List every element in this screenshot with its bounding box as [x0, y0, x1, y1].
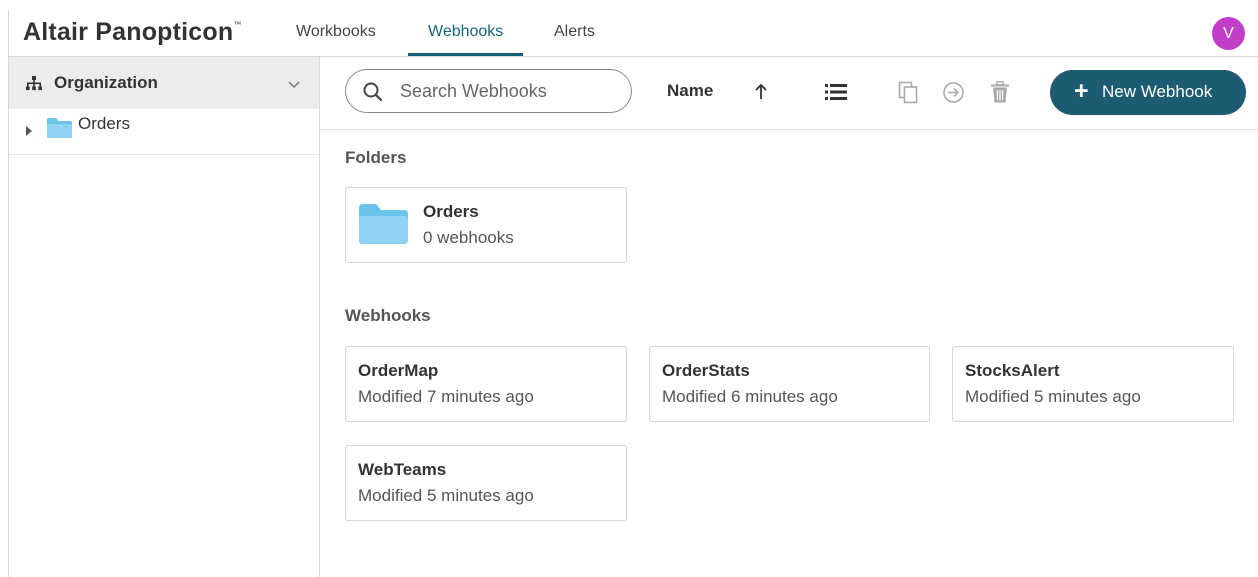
webhook-card-modified: Modified 6 minutes ago: [662, 387, 838, 406]
webhook-card[interactable]: WebTeams Modified 5 minutes ago: [345, 445, 627, 521]
webhook-card[interactable]: OrderMap Modified 7 minutes ago: [345, 346, 627, 422]
top-header: Altair Panopticon™ Workbooks Webhooks Al…: [9, 10, 1258, 57]
list-view-icon[interactable]: [825, 84, 847, 105]
webhook-card-title: OrderMap: [358, 361, 439, 380]
search-input[interactable]: [400, 78, 620, 104]
folders-heading: Folders: [345, 148, 407, 167]
tab-workbooks[interactable]: Workbooks: [276, 10, 396, 56]
new-webhook-button[interactable]: + New Webhook: [1050, 70, 1246, 115]
sort-field-button[interactable]: Name: [667, 81, 713, 101]
user-avatar[interactable]: V: [1212, 17, 1245, 50]
brand-name: Altair Panopticon: [23, 18, 234, 46]
sidebar: Organization Orders: [9, 57, 320, 577]
search-icon: [362, 81, 384, 108]
webhook-card-modified: Modified 7 minutes ago: [358, 387, 534, 406]
trademark-mark: ™: [233, 20, 242, 29]
brand-logo: Altair Panopticon™: [23, 18, 242, 47]
expand-caret-icon[interactable]: [26, 126, 32, 136]
tab-alerts[interactable]: Alerts: [534, 10, 615, 56]
webhook-card-title: OrderStats: [662, 361, 750, 380]
new-webhook-label: New Webhook: [1102, 82, 1213, 101]
webhook-card[interactable]: OrderStats Modified 6 minutes ago: [649, 346, 930, 422]
tab-webhooks[interactable]: Webhooks: [408, 10, 524, 56]
plus-icon: +: [1074, 77, 1089, 105]
chevron-down-icon[interactable]: [287, 76, 301, 94]
tree-item-label: Orders: [78, 114, 130, 133]
copy-icon[interactable]: [898, 81, 918, 109]
move-icon[interactable]: [942, 81, 965, 109]
organization-dropdown[interactable]: Organization: [9, 57, 319, 109]
webhooks-heading: Webhooks: [345, 306, 431, 325]
folder-icon: [358, 203, 409, 250]
folder-icon: [46, 117, 73, 144]
toolbar: Name + New Webhook: [320, 57, 1258, 130]
folder-card[interactable]: Orders 0 webhooks: [345, 187, 627, 263]
search-box[interactable]: [345, 69, 632, 113]
trash-icon[interactable]: [990, 81, 1010, 109]
webhook-card-title: WebTeams: [358, 460, 447, 479]
arrow-up-icon[interactable]: [754, 83, 768, 105]
organization-label: Organization: [54, 73, 158, 92]
webhook-card[interactable]: StocksAlert Modified 5 minutes ago: [952, 346, 1234, 422]
tree-item-orders[interactable]: Orders: [9, 109, 319, 155]
webhook-card-title: StocksAlert: [965, 361, 1060, 380]
webhook-card-modified: Modified 5 minutes ago: [965, 387, 1141, 406]
hierarchy-icon: [26, 76, 42, 96]
webhook-card-modified: Modified 5 minutes ago: [358, 486, 534, 505]
folder-card-count: 0 webhooks: [423, 228, 514, 247]
folder-card-title: Orders: [423, 202, 479, 221]
